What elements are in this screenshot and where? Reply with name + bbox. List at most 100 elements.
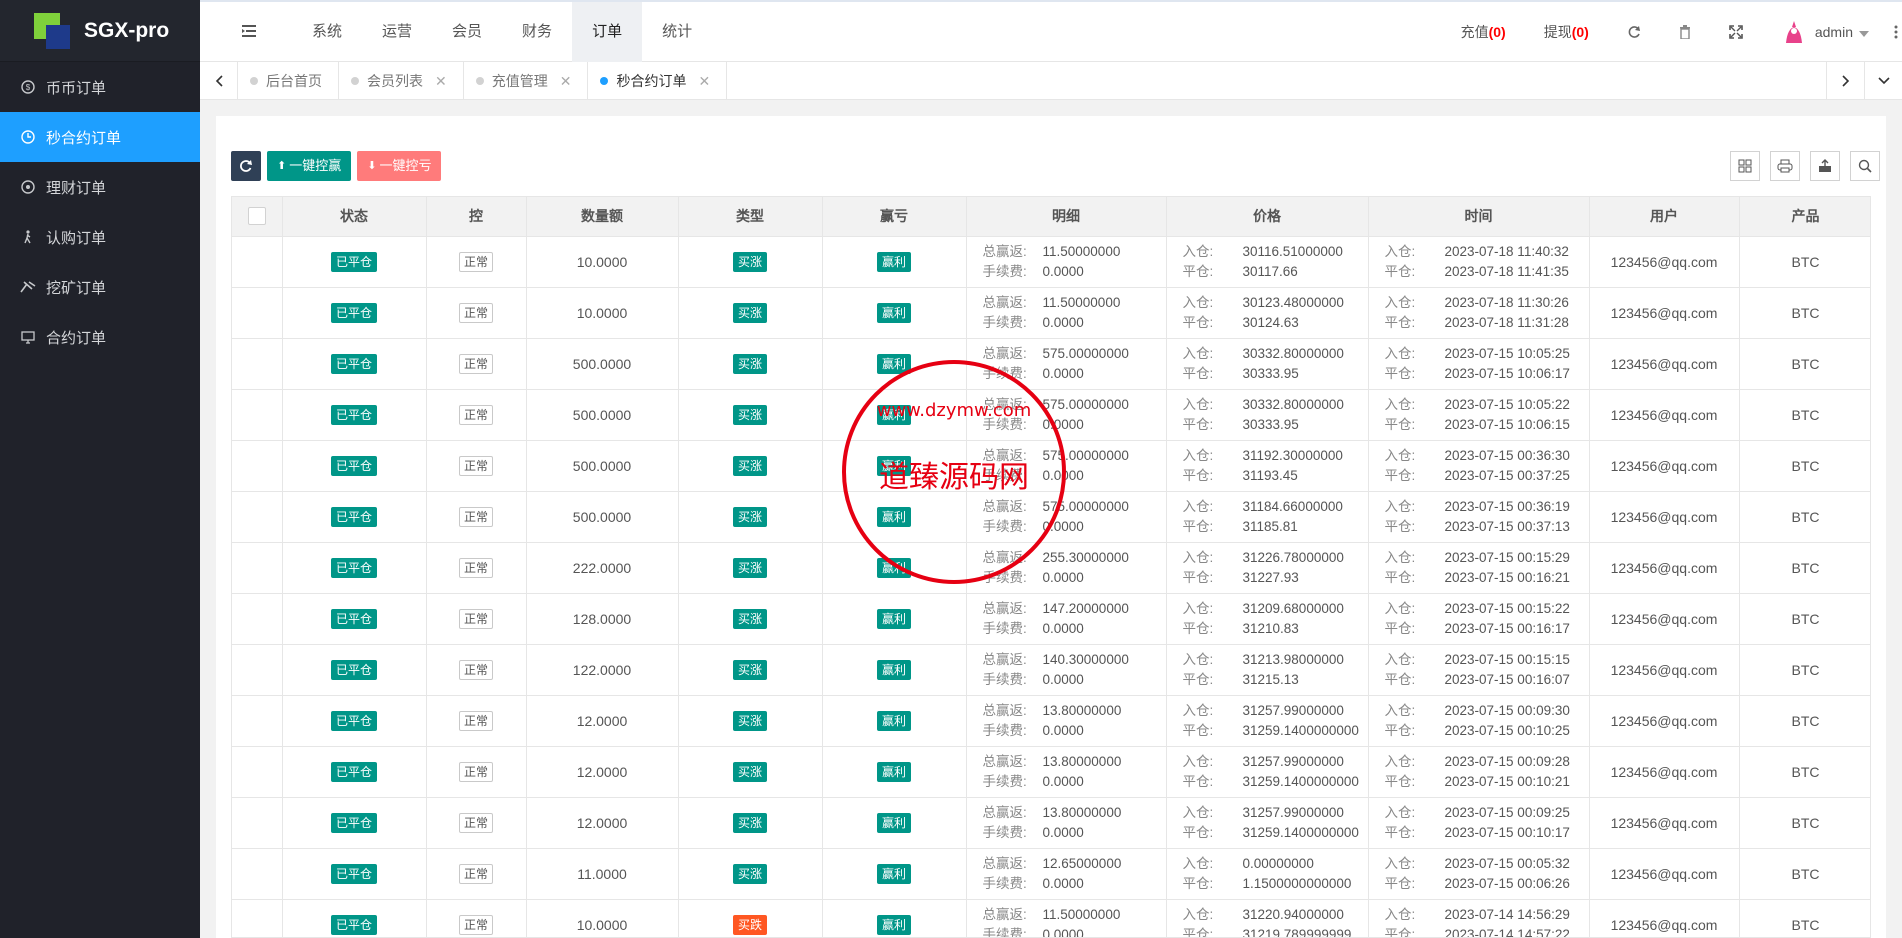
- status-badge: 已平仓: [330, 302, 377, 323]
- table-row[interactable]: 已平仓 正常 10.0000 买涨 赢利 总赢返: 11.50000000 手续费: 0.000…: [232, 287, 1870, 339]
- sidebar-item-2[interactable]: 理财订单: [0, 162, 200, 212]
- table-row[interactable]: 已平仓 正常 122.0000 买涨 赢利 总赢返: 140.30000000 手续费: 0.0…: [232, 644, 1870, 696]
- control-button[interactable]: 正常: [458, 812, 493, 833]
- sidebar-item-0[interactable]: $ 币币订单: [0, 62, 200, 112]
- product-cell: BTC: [1739, 593, 1870, 645]
- topnav-item-5[interactable]: 统计: [642, 2, 712, 62]
- control-button[interactable]: 正常: [458, 659, 493, 680]
- row-select-cell: [232, 593, 283, 645]
- close-price: 31185.81: [1242, 518, 1298, 534]
- tab-label: 后台首页: [266, 73, 322, 89]
- price-label: 入仓:: [1182, 906, 1214, 922]
- tab-0[interactable]: 后台首页: [238, 62, 339, 100]
- pnl-cell: 赢利: [822, 542, 967, 594]
- control-button[interactable]: 正常: [458, 251, 493, 272]
- loss-control-button[interactable]: ⬇ 一键控亏: [357, 151, 442, 181]
- table-row[interactable]: 已平仓 正常 10.0000 买涨 赢利 总赢返: 11.50000000 手续费: 0.000…: [232, 236, 1870, 288]
- table-row[interactable]: 已平仓 正常 10.0000 买跌 赢利 总赢返: 11.50000000 手续费: 0.000…: [232, 899, 1870, 937]
- topnav-item-2[interactable]: 会员: [432, 2, 502, 62]
- column-header[interactable]: 数量额: [526, 197, 679, 237]
- table-row[interactable]: 已平仓 正常 500.0000 买涨 赢利 总赢返: 575.00000000 手续费: 0.0…: [232, 389, 1870, 441]
- control-button[interactable]: 正常: [458, 353, 493, 374]
- column-header[interactable]: 状态: [282, 197, 427, 237]
- status-cell: 已平仓: [282, 236, 427, 288]
- table-row[interactable]: 已平仓 正常 500.0000 买涨 赢利 总赢返: 575.00000000 手续费: 0.0…: [232, 338, 1870, 390]
- recharge-label: 充值: [1460, 24, 1489, 40]
- export-icon[interactable]: [1810, 151, 1840, 181]
- tab-2[interactable]: 充值管理 ✕: [464, 62, 589, 100]
- refresh-icon[interactable]: [1608, 25, 1660, 39]
- topnav-item-0[interactable]: 系统: [292, 2, 362, 62]
- close-icon[interactable]: ✕: [435, 62, 447, 100]
- tab-dot: [600, 77, 609, 85]
- print-icon[interactable]: [1770, 151, 1800, 181]
- control-button[interactable]: 正常: [458, 302, 493, 323]
- table-row[interactable]: 已平仓 正常 11.0000 买涨 赢利 总赢返: 12.65000000 手续费: 0.000…: [232, 848, 1870, 900]
- more-icon[interactable]: [1888, 25, 1902, 39]
- table-row[interactable]: 已平仓 正常 12.0000 买涨 赢利 总赢返: 13.80000000 手续费: 0.000…: [232, 695, 1870, 747]
- table-row[interactable]: 已平仓 正常 222.0000 买涨 赢利 总赢返: 255.30000000 手续费: 0.0…: [232, 542, 1870, 594]
- type-cell: 买涨: [678, 491, 823, 543]
- column-header[interactable]: 类型: [678, 197, 823, 237]
- control-button[interactable]: 正常: [458, 608, 493, 629]
- table-row[interactable]: 已平仓 正常 12.0000 买涨 赢利 总赢返: 13.80000000 手续费: 0.000…: [232, 746, 1870, 798]
- tabs-left-icon[interactable]: [200, 62, 238, 100]
- table-row[interactable]: 已平仓 正常 12.0000 买涨 赢利 总赢返: 13.80000000 手续费: 0.000…: [232, 797, 1870, 849]
- trash-icon[interactable]: [1660, 25, 1710, 39]
- win-control-button[interactable]: ⬆ 一键控赢: [267, 151, 352, 181]
- column-header[interactable]: 产品: [1739, 197, 1870, 237]
- topnav-item-1[interactable]: 运营: [362, 2, 432, 62]
- control-button[interactable]: 正常: [458, 557, 493, 578]
- control-button[interactable]: 正常: [458, 404, 493, 425]
- sidebar-item-3[interactable]: 认购订单: [0, 212, 200, 262]
- user-cell: 123456@qq.com: [1589, 644, 1740, 696]
- table-row[interactable]: 已平仓 正常 500.0000 买涨 赢利 总赢返: 575.00000000 手续费: 0.0…: [232, 440, 1870, 492]
- column-header[interactable]: 明细: [966, 197, 1167, 237]
- control-button[interactable]: 正常: [458, 761, 493, 782]
- control-button[interactable]: 正常: [458, 863, 493, 884]
- tab-3[interactable]: 秒合约订单 ✕: [588, 62, 728, 100]
- tabs-right-icon[interactable]: [1826, 62, 1864, 100]
- logo[interactable]: SGX-pro: [0, 0, 200, 62]
- pnl-badge: 赢利: [876, 251, 911, 272]
- close-icon[interactable]: ✕: [698, 62, 710, 100]
- product-cell: BTC: [1739, 236, 1870, 288]
- recharge-link[interactable]: 充值 (0): [1442, 22, 1525, 42]
- column-header[interactable]: 赢亏: [822, 197, 967, 237]
- menu-toggle-icon[interactable]: [242, 24, 258, 41]
- tabs-dropdown-icon[interactable]: [1864, 62, 1902, 100]
- type-cell: 买涨: [678, 695, 823, 747]
- column-header[interactable]: 用户: [1589, 197, 1740, 237]
- control-button[interactable]: 正常: [458, 506, 493, 527]
- tab-1[interactable]: 会员列表 ✕: [339, 62, 464, 100]
- column-header[interactable]: 价格: [1166, 197, 1369, 237]
- type-cell: 买涨: [678, 236, 823, 288]
- topnav-item-4[interactable]: 订单: [572, 2, 643, 62]
- sidebar-item-4[interactable]: 挖矿订单: [0, 262, 200, 312]
- close-price: 30333.95: [1242, 416, 1299, 432]
- column-header[interactable]: 时间: [1368, 197, 1590, 237]
- time-label: 平仓:: [1384, 467, 1416, 483]
- close-icon[interactable]: ✕: [560, 62, 572, 100]
- withdraw-link[interactable]: 提现 (0): [1525, 22, 1608, 42]
- control-button[interactable]: 正常: [458, 455, 493, 476]
- sidebar-item-5[interactable]: 合约订单: [0, 312, 200, 362]
- columns-icon[interactable]: [1730, 151, 1760, 181]
- column-header[interactable]: 控: [426, 197, 527, 237]
- user-menu[interactable]: admin: [1762, 19, 1888, 45]
- search-icon[interactable]: [1850, 151, 1880, 181]
- pnl-badge: 赢利: [876, 659, 911, 680]
- control-button[interactable]: 正常: [458, 914, 493, 935]
- table-row[interactable]: 已平仓 正常 128.0000 买涨 赢利 总赢返: 147.20000000 手续费: 0.0…: [232, 593, 1870, 645]
- sidebar-item-1[interactable]: 秒合约订单: [0, 112, 200, 162]
- topnav-item-3[interactable]: 财务: [502, 2, 572, 62]
- status-cell: 已平仓: [282, 899, 427, 937]
- fullscreen-icon[interactable]: [1710, 25, 1762, 39]
- table-row[interactable]: 已平仓 正常 500.0000 买涨 赢利 总赢返: 575.00000000 手续费: 0.0…: [232, 491, 1870, 543]
- user-cell: 123456@qq.com: [1589, 746, 1740, 798]
- refresh-button[interactable]: [231, 151, 261, 181]
- select-all-checkbox[interactable]: [247, 207, 266, 226]
- open-price: 31257.99000000: [1242, 702, 1344, 718]
- control-button[interactable]: 正常: [458, 710, 493, 731]
- logo-mark: [32, 12, 72, 49]
